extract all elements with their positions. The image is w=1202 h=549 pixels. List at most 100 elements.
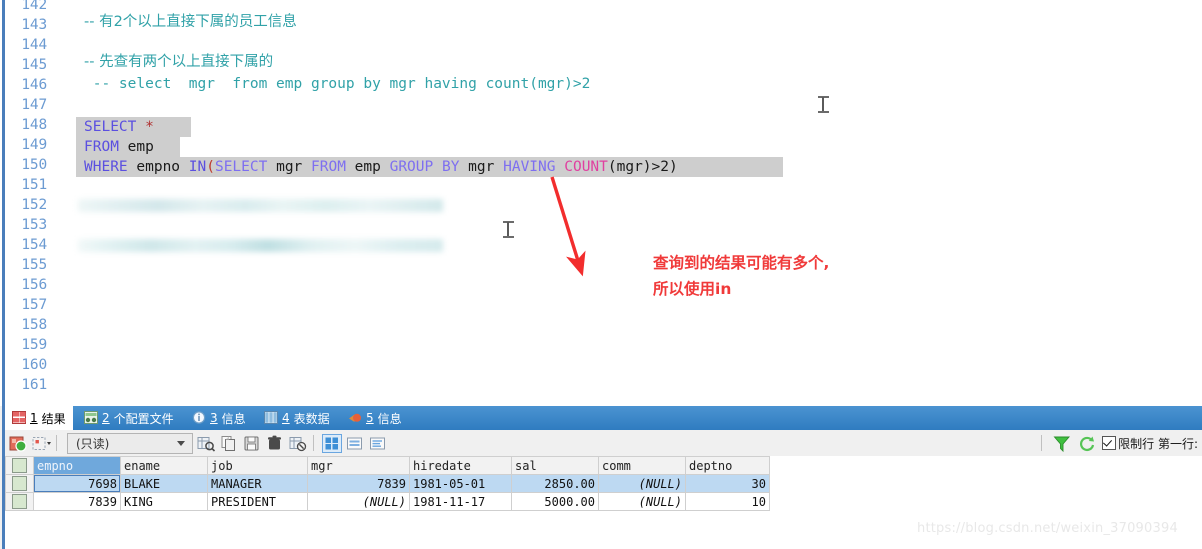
result-tab-label-4: 表数据 [293, 411, 330, 426]
result-tab-5[interactable]: 5 信息 [341, 406, 409, 430]
result-tab-label-2: 个配置文件 [113, 411, 174, 426]
column-header-mgr[interactable]: mgr [307, 456, 410, 475]
line-number-149: 149 [21, 137, 47, 153]
redacted-text-line-154 [78, 239, 443, 252]
line-number-146: 146 [21, 77, 47, 93]
search-record-icon[interactable] [196, 434, 216, 453]
result-tab-4[interactable]: 4 表数据 [257, 406, 337, 430]
column-header-comm[interactable]: comm [598, 456, 686, 475]
code-line-146: -- select mgr from emp group by mgr havi… [84, 76, 591, 92]
result-tab-1[interactable]: 1 结果 [5, 406, 73, 430]
column-header-job[interactable]: job [207, 456, 308, 475]
line-number-158: 158 [21, 317, 47, 333]
cell-job[interactable]: PRESIDENT [207, 492, 308, 511]
table-body[interactable]: 7698 BLAKE MANAGER 7839 1981-05-01 2850.00 (NU… [5, 474, 770, 511]
filter-icon[interactable] [1052, 434, 1072, 453]
select-all-checkbox[interactable] [12, 458, 27, 473]
cell-hiredate[interactable]: 1981-05-01 [409, 474, 512, 493]
result-table[interactable]: empno ename job mgr hiredate sal comm deptno 76… [5, 456, 770, 511]
cell-deptno[interactable]: 10 [685, 492, 770, 511]
cell-ename[interactable]: BLAKE [120, 474, 208, 493]
column-header-hiredate[interactable]: hiredate [409, 456, 512, 475]
code-area[interactable]: -- 有2个以上直接下属的员工信息 -- 先查有两个以上直接下属的 -- sel… [56, 0, 1202, 406]
line-number-152: 152 [21, 197, 47, 213]
limit-rows-checkbox[interactable] [1102, 435, 1117, 450]
cell-ename[interactable]: KING [120, 492, 208, 511]
watermark-url: https://blog.csdn.net/weixin_37090394 [917, 521, 1178, 536]
result-tab-label-3: 信息 [221, 411, 246, 426]
grid-mode-select[interactable]: (只读) [67, 432, 193, 454]
line-number-157: 157 [21, 297, 47, 313]
code-line-145: -- 先查有两个以上直接下属的 [84, 54, 274, 70]
result-tab-3[interactable]: 3 信息 [185, 406, 253, 430]
grid-result-icon [12, 411, 26, 425]
save-record-icon[interactable] [242, 434, 262, 453]
row-select-header[interactable] [5, 456, 34, 475]
duplicate-record-icon[interactable] [219, 434, 239, 453]
row-select-cell[interactable] [5, 492, 34, 511]
cell-job[interactable]: MANAGER [207, 474, 308, 493]
grid-view-icon[interactable] [322, 433, 342, 453]
info-icon [192, 411, 206, 425]
cell-mgr[interactable]: 7839 [307, 474, 410, 493]
annotation-line-2: 所以使用in [653, 280, 732, 298]
sql-editor[interactable]: 142 143 144 145 146 147 148 149 150 151 152 153 154 1… [0, 0, 1202, 406]
limit-rows-label: 限制行 [1118, 436, 1155, 451]
refresh-icon[interactable] [1077, 434, 1097, 453]
result-tab-label-1: 结果 [41, 411, 66, 426]
column-header-ename[interactable]: ename [120, 456, 208, 475]
line-number-154: 154 [21, 237, 47, 253]
result-tab-number-2: 2 [102, 411, 110, 425]
table-header-row: empno ename job mgr hiredate sal comm deptno [5, 456, 770, 475]
toolbar-separator-1 [56, 435, 57, 451]
row-checkbox[interactable] [12, 494, 27, 509]
redacted-text-line-152 [78, 199, 443, 212]
table-row[interactable]: 7698 BLAKE MANAGER 7839 1981-05-01 2850.00 (NU… [5, 474, 770, 493]
annotation-line-1: 查询到的结果可能有多个, [653, 254, 830, 272]
form-view-icon[interactable] [345, 434, 365, 453]
cell-comm[interactable]: (NULL) [598, 474, 686, 493]
line-number-151: 151 [21, 177, 47, 193]
text-cursor-ibeam-mid [503, 221, 514, 238]
apply-changes-icon[interactable] [8, 434, 28, 453]
profile-icon [84, 411, 98, 425]
refresh-record-icon[interactable] [288, 434, 308, 453]
grid-options-dropdown-icon[interactable] [31, 434, 51, 453]
line-number-147: 147 [21, 97, 47, 113]
result-tab-2[interactable]: 2 个配置文件 [77, 406, 181, 430]
toolbar-right-group: 限制行 第一行: [1036, 434, 1202, 453]
result-tab-number-3: 3 [210, 411, 218, 425]
line-number-150: 150 [21, 157, 47, 173]
cell-deptno[interactable]: 30 [685, 474, 770, 493]
text-view-icon[interactable] [368, 434, 388, 453]
result-tab-number-5: 5 [366, 411, 374, 425]
column-header-empno[interactable]: empno [33, 456, 121, 475]
cell-sal[interactable]: 2850.00 [511, 474, 599, 493]
row-select-cell[interactable] [5, 474, 34, 493]
chevron-down-icon [177, 440, 185, 446]
cell-mgr[interactable]: (NULL) [307, 492, 410, 511]
delete-record-icon[interactable] [265, 434, 285, 453]
column-header-sal[interactable]: sal [511, 456, 599, 475]
line-number-155: 155 [21, 257, 47, 273]
limit-rows-control[interactable]: 限制行 第一行: [1102, 435, 1198, 452]
cell-hiredate[interactable]: 1981-11-17 [409, 492, 512, 511]
code-line-148: SELECT * [84, 119, 154, 135]
column-header-deptno[interactable]: deptno [685, 456, 770, 475]
result-toolbar: (只读) 限制行 第一行: [5, 430, 1202, 457]
result-tab-strip: 1 结果 2 个配置文件 3 信息 4 表数据 5 信息 [5, 406, 1202, 430]
line-number-144: 144 [21, 37, 47, 53]
row-checkbox[interactable] [12, 476, 27, 491]
table-data-icon [264, 411, 278, 425]
cell-comm[interactable]: (NULL) [598, 492, 686, 511]
cell-sal[interactable]: 5000.00 [511, 492, 599, 511]
red-annotation-arrow [550, 176, 586, 277]
cell-empno[interactable]: 7839 [33, 492, 121, 511]
result-tab-number-4: 4 [282, 411, 290, 425]
cell-empno[interactable]: 7698 [33, 474, 121, 493]
line-number-142: 142 [21, 0, 47, 13]
code-line-143: -- 有2个以上直接下属的员工信息 [84, 14, 297, 30]
line-number-160: 160 [21, 357, 47, 373]
table-row[interactable]: 7839 KING PRESIDENT (NULL) 1981-11-17 5000.00… [5, 492, 770, 511]
first-row-label: 第一行: [1157, 436, 1198, 451]
